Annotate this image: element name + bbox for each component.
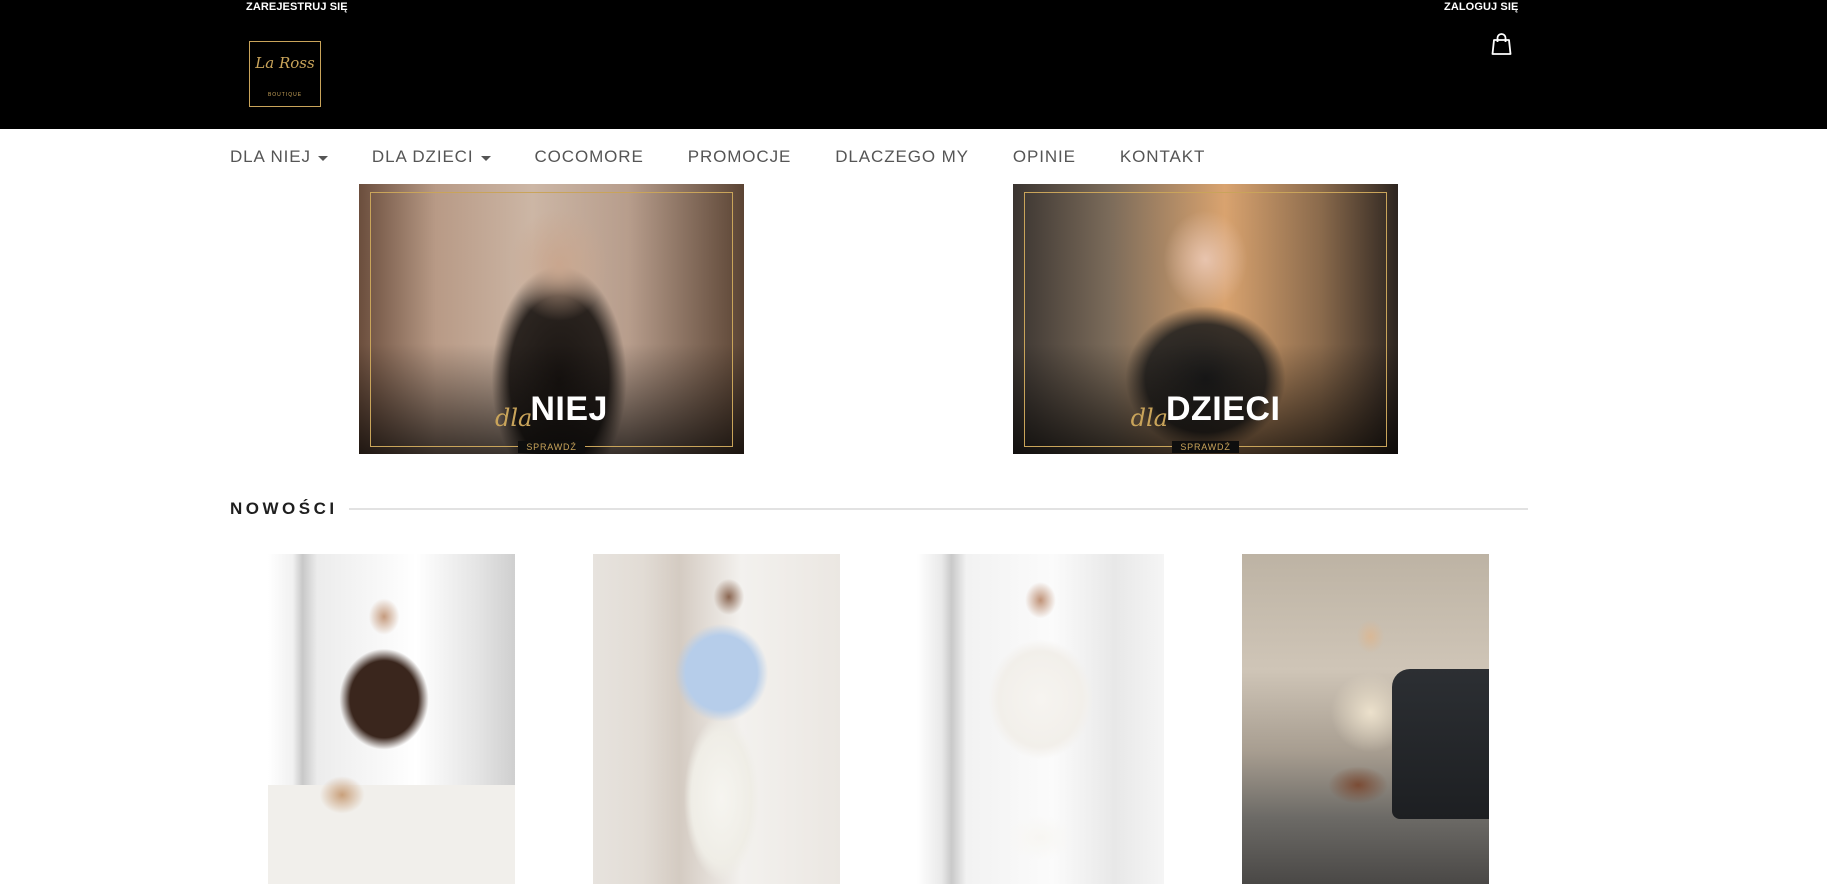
logo-script: La Ross xyxy=(255,54,315,72)
product-image[interactable] xyxy=(917,554,1164,884)
main-nav: DLA NIEJ DLA DZIECI COCOMORE PROMOCJE DL… xyxy=(230,146,1249,168)
nav-item-label: COCOMORE xyxy=(534,147,644,166)
page: ZAREJESTRUJ SIĘ ZALOGUJ SIĘ La Ross BOUT… xyxy=(0,0,1827,894)
nav-item-label: PROMOCJE xyxy=(687,147,792,166)
login-link[interactable]: ZALOGUJ SIĘ xyxy=(1444,1,1518,13)
banner-cta: SPRAWDŹ xyxy=(1013,441,1398,453)
nav-item-cocomore[interactable]: COCOMORE xyxy=(535,147,644,167)
product-image[interactable] xyxy=(268,554,515,884)
nav-item-dla-dzieci[interactable]: DLA DZIECI xyxy=(372,147,491,167)
nav-item-label: DLA DZIECI xyxy=(371,147,474,166)
caret-down-icon xyxy=(317,155,328,161)
nav-item-kontakt[interactable]: KONTAKT xyxy=(1120,147,1205,167)
product-image[interactable] xyxy=(1242,554,1489,884)
banner-cta-label: SPRAWDŹ xyxy=(1172,441,1239,453)
shopping-bag-icon[interactable] xyxy=(1491,33,1512,55)
nav-item-label: DLA NIEJ xyxy=(230,147,311,166)
banner-cta: SPRAWDŹ xyxy=(359,441,744,453)
product-image[interactable] xyxy=(593,554,840,884)
boutique-logo[interactable]: La Ross BOUTIQUE xyxy=(249,41,321,107)
nav-item-opinie[interactable]: OPINIE xyxy=(1013,147,1076,167)
banner-title: dla NIEJ xyxy=(359,388,744,430)
nav-item-promocje[interactable]: PROMOCJE xyxy=(688,147,792,167)
banner-script-text: dla xyxy=(1130,404,1168,432)
nav-item-label: OPINIE xyxy=(1012,147,1076,166)
new-products-heading: NOWOŚCI xyxy=(230,498,1528,520)
banner-cta-label: SPRAWDŹ xyxy=(518,441,585,453)
nav-item-dla-niej[interactable]: DLA NIEJ xyxy=(230,147,328,167)
caret-down-icon xyxy=(480,155,491,161)
banner-dla-niej[interactable]: dla NIEJ SPRAWDŹ xyxy=(359,184,744,454)
banner-word: NIEJ xyxy=(530,390,608,428)
top-header: ZAREJESTRUJ SIĘ ZALOGUJ SIĘ La Ross BOUT… xyxy=(0,0,1827,129)
section-title: NOWOŚCI xyxy=(230,499,338,518)
register-link[interactable]: ZAREJESTRUJ SIĘ xyxy=(246,1,348,13)
nav-item-label: KONTAKT xyxy=(1119,147,1206,166)
banner-dla-dzieci[interactable]: dla DZIECI SPRAWDŹ xyxy=(1013,184,1398,454)
nav-item-dlaczego-my[interactable]: DLACZEGO MY xyxy=(835,147,969,167)
section-divider xyxy=(348,508,1528,510)
nav-item-label: DLACZEGO MY xyxy=(835,147,969,166)
banner-title: dla DZIECI xyxy=(1013,388,1398,430)
banner-word: DZIECI xyxy=(1165,390,1281,428)
logo-subtitle: BOUTIQUE xyxy=(267,92,303,98)
banner-script-text: dla xyxy=(495,404,533,432)
